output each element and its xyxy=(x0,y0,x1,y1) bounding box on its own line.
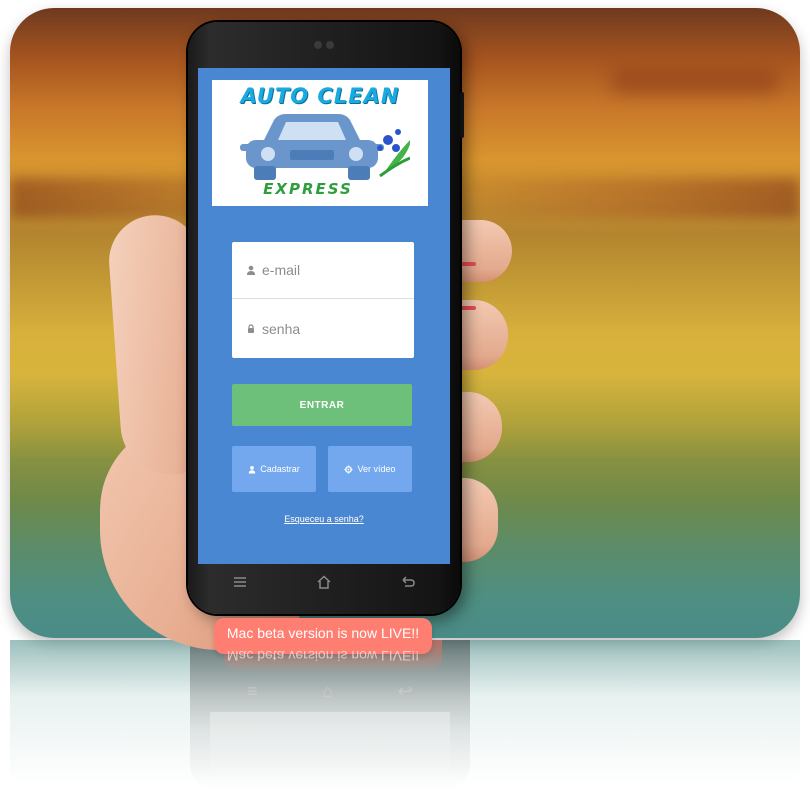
promo-banner-reflection: Mac beta version is now LIVE!! xyxy=(226,648,420,664)
watch-video-button[interactable]: Ver vídeo xyxy=(328,446,412,492)
password-field[interactable] xyxy=(232,300,414,357)
reflection-screen xyxy=(210,712,450,792)
email-field[interactable] xyxy=(232,242,414,299)
menu-icon[interactable] xyxy=(233,576,247,588)
home-icon[interactable] xyxy=(316,575,332,589)
lock-icon xyxy=(248,323,254,333)
login-form xyxy=(232,242,414,358)
android-nav-bar xyxy=(198,564,450,600)
app-screen: AUTO CLEAN EXPRESS e-mail ENTRAR Cadastr… xyxy=(198,68,450,564)
password-input[interactable] xyxy=(262,320,392,337)
smartphone: AUTO CLEAN EXPRESS e-mail ENTRAR Cadastr… xyxy=(188,22,464,614)
video-label: Ver vídeo xyxy=(357,464,396,474)
logo-subtitle: EXPRESS xyxy=(263,180,353,198)
register-button[interactable]: Cadastrar xyxy=(232,446,316,492)
app-logo: AUTO CLEAN EXPRESS xyxy=(212,80,428,206)
register-label: Cadastrar xyxy=(260,464,300,474)
enter-button[interactable]: ENTRAR xyxy=(232,384,412,426)
forgot-password-link[interactable]: Esqueceu a senha? xyxy=(198,514,450,524)
logo-title: AUTO CLEAN xyxy=(240,84,400,108)
gear-icon xyxy=(344,464,354,474)
car-icon xyxy=(240,114,410,180)
front-camera xyxy=(313,40,335,50)
user-icon xyxy=(247,265,255,275)
user-icon xyxy=(249,465,256,473)
back-icon[interactable] xyxy=(401,576,416,588)
volume-button xyxy=(460,92,464,138)
reflection-nav: ≡ ⌂ ↩ xyxy=(247,680,413,701)
email-input[interactable] xyxy=(262,262,392,278)
